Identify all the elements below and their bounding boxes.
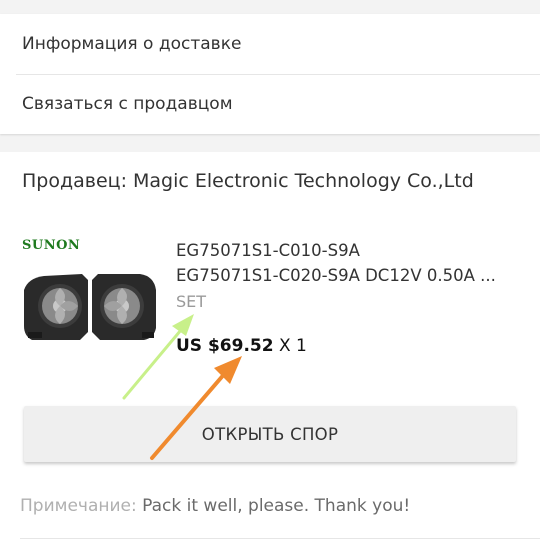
divider xyxy=(16,74,540,75)
note-label: Примечание: xyxy=(20,496,137,516)
open-dispute-button[interactable]: ОТКРЫТЬ СПОР xyxy=(24,406,516,462)
product-title-line2: EG75071S1-C020-S9A DC12V 0.50A ... xyxy=(176,266,496,285)
product-variant: SET xyxy=(176,292,207,311)
note-text: Pack it well, please. Thank you! xyxy=(142,496,411,516)
fan-image-icon xyxy=(24,274,156,340)
product-title-line1: EG75071S1-C010-S9A xyxy=(176,241,360,260)
product-price: US $69.52 xyxy=(176,336,274,356)
divider xyxy=(20,538,540,539)
brand-logo: SUNON xyxy=(22,238,81,253)
product-quantity: X 1 xyxy=(278,336,307,356)
order-note: Примечание: Pack it well, please. Thank … xyxy=(20,496,410,516)
product-title[interactable]: EG75071S1-C010-S9A EG75071S1-C020-S9A DC… xyxy=(176,238,516,288)
seller-name[interactable]: Продавец: Magic Electronic Technology Co… xyxy=(22,170,474,192)
info-card: Информация о доставке Связаться с продав… xyxy=(0,14,540,134)
delivery-info-link[interactable]: Информация о доставке xyxy=(22,34,241,54)
product-price-line: US $69.52 X 1 xyxy=(176,336,307,356)
product-image[interactable]: SUNON xyxy=(22,236,158,368)
contact-seller-link[interactable]: Связаться с продавцом xyxy=(22,94,233,114)
order-card: Продавец: Magic Electronic Technology Co… xyxy=(0,152,540,544)
